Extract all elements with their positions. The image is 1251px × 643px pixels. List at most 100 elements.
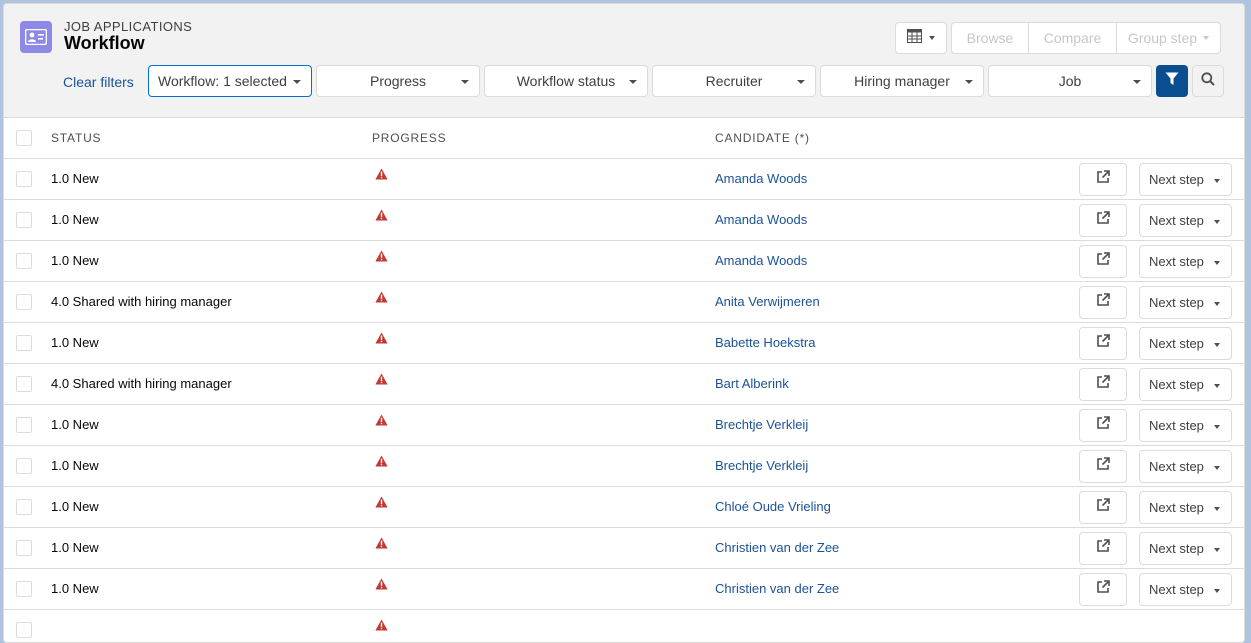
candidate-link[interactable]: Christien van der Zee xyxy=(715,581,839,596)
row-status: 1.0 New xyxy=(51,417,99,432)
row-select-checkbox[interactable] xyxy=(16,622,32,638)
row-status: 1.0 New xyxy=(51,212,99,227)
open-record-button[interactable] xyxy=(1079,204,1127,237)
row-select-checkbox[interactable] xyxy=(16,171,32,187)
hiring-manager-filter[interactable]: Hiring manager xyxy=(820,65,984,97)
open-record-button[interactable] xyxy=(1079,450,1127,483)
workflow-filter-label: Workflow: 1 selected xyxy=(158,73,287,89)
row-status: 4.0 Shared with hiring manager xyxy=(51,294,232,309)
next-step-button[interactable]: Next step xyxy=(1139,245,1232,278)
row-select-checkbox[interactable] xyxy=(16,376,32,392)
chevron-down-icon xyxy=(1133,80,1141,84)
next-step-button[interactable]: Next step xyxy=(1139,532,1232,565)
candidate-link[interactable]: Babette Hoekstra xyxy=(715,335,815,350)
search-button[interactable] xyxy=(1192,65,1224,97)
open-record-button[interactable] xyxy=(1079,368,1127,401)
chevron-down-icon xyxy=(1214,548,1220,552)
chevron-down-icon xyxy=(1214,261,1220,265)
next-step-button[interactable]: Next step xyxy=(1139,163,1232,196)
next-step-button[interactable]: Next step xyxy=(1139,327,1232,360)
row-select-checkbox[interactable] xyxy=(16,253,32,269)
row-select-checkbox[interactable] xyxy=(16,212,32,228)
compare-button[interactable]: Compare xyxy=(1029,23,1117,53)
row-select-checkbox[interactable] xyxy=(16,540,32,556)
select-all-checkbox[interactable] xyxy=(16,130,32,146)
open-record-button[interactable] xyxy=(1079,327,1127,360)
candidate-link[interactable]: Anita Verwijmeren xyxy=(715,294,820,309)
table-row: 1.0 New Christien van der Zee Next step xyxy=(4,528,1244,569)
external-link-icon xyxy=(1096,539,1110,558)
candidate-link[interactable]: Bart Alberink xyxy=(715,376,789,391)
candidate-link[interactable]: Brechtje Verkleij xyxy=(715,458,808,473)
next-step-button[interactable]: Next step xyxy=(1139,450,1232,483)
open-record-button[interactable] xyxy=(1079,409,1127,442)
candidate-link[interactable]: Amanda Woods xyxy=(715,212,807,227)
candidate-link[interactable]: Brechtje Verkleij xyxy=(715,417,808,432)
row-status: 1.0 New xyxy=(51,581,99,596)
job-filter[interactable]: Job xyxy=(988,65,1152,97)
row-status: 1.0 New xyxy=(51,540,99,555)
group-step-button[interactable]: Group step xyxy=(1117,23,1220,53)
row-select-checkbox[interactable] xyxy=(16,581,32,597)
next-step-button[interactable]: Next step xyxy=(1139,204,1232,237)
warning-triangle-icon xyxy=(375,249,388,267)
next-step-label: Next step xyxy=(1149,459,1204,474)
next-step-label: Next step xyxy=(1149,582,1204,597)
open-record-button[interactable] xyxy=(1079,286,1127,319)
apply-filter-button[interactable] xyxy=(1156,65,1188,97)
open-record-button[interactable] xyxy=(1079,163,1127,196)
chevron-down-icon xyxy=(293,80,301,84)
workflow-status-filter[interactable]: Workflow status xyxy=(484,65,648,97)
next-step-button[interactable]: Next step xyxy=(1139,286,1232,319)
column-header-candidate[interactable]: CANDIDATE (*) xyxy=(715,131,810,145)
column-header-status[interactable]: STATUS xyxy=(51,131,101,145)
external-link-icon xyxy=(1096,498,1110,517)
candidate-link[interactable]: Amanda Woods xyxy=(715,253,807,268)
row-select-checkbox[interactable] xyxy=(16,499,32,515)
warning-triangle-icon xyxy=(375,372,388,390)
workflow-filter[interactable]: Workflow: 1 selected xyxy=(148,65,312,97)
table-row xyxy=(4,610,1244,642)
funnel-icon xyxy=(1165,72,1179,91)
chevron-down-icon xyxy=(1214,384,1220,388)
row-select-checkbox[interactable] xyxy=(16,417,32,433)
clear-filters-link[interactable]: Clear filters xyxy=(63,74,134,90)
row-status: 1.0 New xyxy=(51,499,99,514)
chevron-down-icon xyxy=(965,80,973,84)
view-switcher-button[interactable] xyxy=(895,22,947,54)
warning-triangle-icon xyxy=(375,536,388,554)
external-link-icon xyxy=(1096,416,1110,435)
chevron-down-icon xyxy=(797,80,805,84)
open-record-button[interactable] xyxy=(1079,573,1127,606)
warning-triangle-icon xyxy=(375,208,388,226)
next-step-button[interactable]: Next step xyxy=(1139,573,1232,606)
next-step-label: Next step xyxy=(1149,254,1204,269)
recruiter-filter[interactable]: Recruiter xyxy=(652,65,816,97)
open-record-button[interactable] xyxy=(1079,491,1127,524)
next-step-label: Next step xyxy=(1149,213,1204,228)
candidate-link[interactable]: Amanda Woods xyxy=(715,171,807,186)
workflow-status-filter-label: Workflow status xyxy=(516,73,616,89)
object-type-label: JOB APPLICATIONS xyxy=(64,19,193,34)
candidate-link[interactable]: Christien van der Zee xyxy=(715,540,839,555)
action-button-group: Browse Compare Group step xyxy=(951,22,1221,54)
column-header-progress[interactable]: PROGRESS xyxy=(372,131,446,145)
next-step-button[interactable]: Next step xyxy=(1139,409,1232,442)
row-select-checkbox[interactable] xyxy=(16,335,32,351)
next-step-label: Next step xyxy=(1149,295,1204,310)
row-select-checkbox[interactable] xyxy=(16,458,32,474)
warning-triangle-icon xyxy=(375,454,388,472)
contact-card-icon xyxy=(20,21,52,53)
candidate-link[interactable]: Chloé Oude Vrieling xyxy=(715,499,831,514)
open-record-button[interactable] xyxy=(1079,245,1127,278)
next-step-button[interactable]: Next step xyxy=(1139,491,1232,524)
open-record-button[interactable] xyxy=(1079,532,1127,565)
recruiter-filter-label: Recruiter xyxy=(705,73,763,89)
chevron-down-icon xyxy=(929,36,935,40)
progress-filter[interactable]: Progress xyxy=(316,65,480,97)
browse-button[interactable]: Browse xyxy=(952,23,1029,53)
next-step-button[interactable]: Next step xyxy=(1139,368,1232,401)
row-select-checkbox[interactable] xyxy=(16,294,32,310)
warning-triangle-icon xyxy=(375,290,388,308)
search-icon xyxy=(1201,71,1215,91)
